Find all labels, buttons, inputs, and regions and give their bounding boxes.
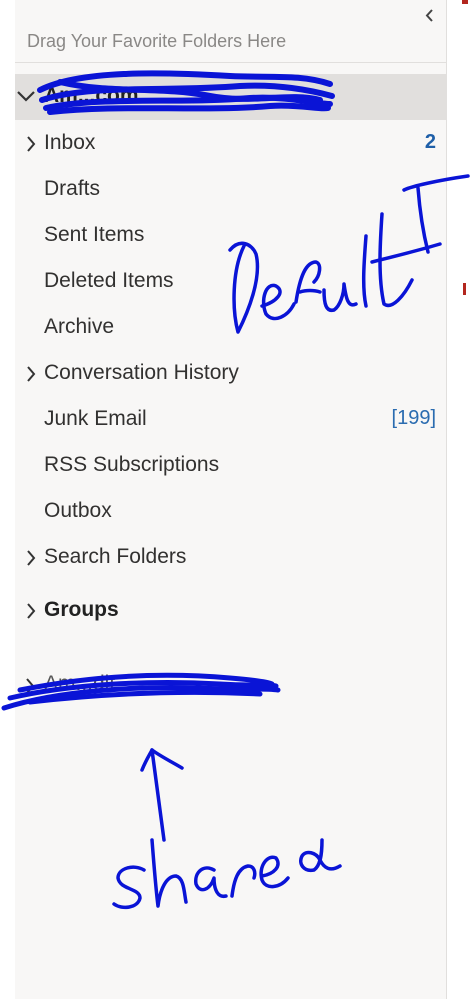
folder-label[interactable]: Deleted Items <box>44 269 174 293</box>
folder-search-folders[interactable]: Search Folders <box>15 536 446 576</box>
reading-pane-accent-mark <box>463 283 466 295</box>
unread-count: 2 <box>424 131 436 153</box>
folder-conversation-history[interactable]: Conversation History <box>15 352 446 392</box>
folder-label[interactable]: Drafts <box>44 177 100 201</box>
chevron-down-icon[interactable] <box>17 91 35 102</box>
left-margin <box>0 0 15 999</box>
folder-label[interactable]: Sent Items <box>44 223 144 247</box>
chevron-right-icon[interactable] <box>26 136 36 152</box>
folder-outbox[interactable]: Outbox <box>15 490 446 530</box>
chevron-right-icon[interactable] <box>26 603 36 619</box>
reading-pane-edge <box>447 0 471 999</box>
folder-junk-email[interactable]: Junk Email [199] <box>15 398 446 438</box>
chevron-left-icon <box>425 9 433 22</box>
folder-archive[interactable]: Archive <box>15 306 446 346</box>
folder-label[interactable]: Inbox <box>44 131 95 155</box>
folder-label[interactable]: RSS Subscriptions <box>44 453 219 477</box>
item-count: [199] <box>391 407 436 429</box>
collapse-folder-pane-button[interactable] <box>418 2 440 28</box>
folder-deleted-items[interactable]: Deleted Items <box>15 260 446 300</box>
chevron-right-icon[interactable] <box>26 366 36 382</box>
groups-header[interactable]: Groups <box>15 589 446 629</box>
folder-label[interactable]: Outbox <box>44 499 112 523</box>
folder-sent-items[interactable]: Sent Items <box>15 214 446 254</box>
favorites-divider <box>15 62 446 63</box>
reading-pane-accent <box>462 0 468 4</box>
folder-drafts[interactable]: Drafts <box>15 168 446 208</box>
favorites-hint: Drag Your Favorite Folders Here <box>27 31 287 51</box>
folder-label[interactable]: Junk Email <box>44 407 147 431</box>
groups-label[interactable]: Groups <box>44 598 119 622</box>
chevron-right-icon[interactable] <box>25 678 35 694</box>
folder-rss-subscriptions[interactable]: RSS Subscriptions <box>15 444 446 484</box>
account-name[interactable]: Am...com <box>44 84 139 108</box>
folder-inbox[interactable]: Inbox 2 <box>15 122 446 162</box>
folder-label[interactable]: Conversation History <box>44 361 239 385</box>
folder-label[interactable]: Search Folders <box>44 545 186 569</box>
shared-account-name[interactable]: Am...dit <box>44 672 115 696</box>
folder-label[interactable]: Archive <box>44 315 114 339</box>
chevron-right-icon[interactable] <box>26 550 36 566</box>
